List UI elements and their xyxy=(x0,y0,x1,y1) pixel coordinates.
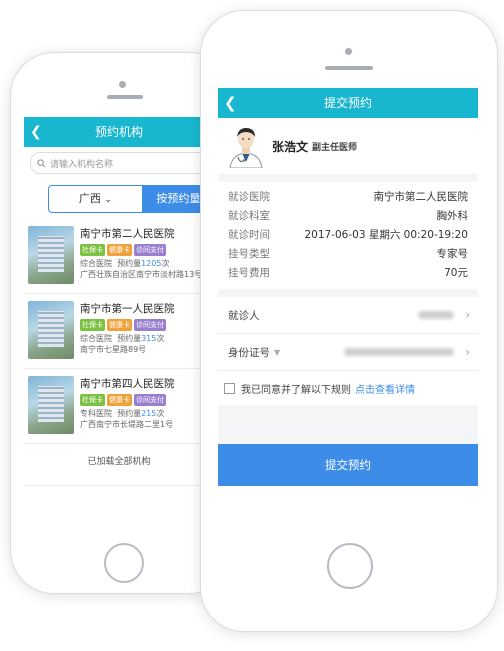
front-camera xyxy=(119,81,126,88)
tag-clinic-pay: 诊间支付 xyxy=(134,319,166,331)
hospital-meta: 综合医院 预约量315次 xyxy=(80,333,214,344)
detail-row: 挂号类型 专家号 xyxy=(228,245,468,264)
doctor-card: 张浩文 副主任医师 xyxy=(218,118,478,174)
caret-down-icon: ▼ xyxy=(274,347,281,357)
volume-unit: 次 xyxy=(156,334,165,343)
hospital-list: 南宁市第二人民医院 社保卡 健康卡 诊间支付 综合医院 预约量1205次 广西壮… xyxy=(24,219,214,444)
tag-health-card: 健康卡 xyxy=(107,319,132,331)
agree-text: 我已同意并了解以下规则 xyxy=(241,384,351,396)
detail-value: 南宁市第二人民医院 xyxy=(373,191,469,203)
volume-unit: 次 xyxy=(156,409,165,418)
list-item[interactable]: 南宁市第一人民医院 社保卡 健康卡 诊间支付 综合医院 预约量315次 南宁市七… xyxy=(24,294,214,369)
sort-label: 按预约量 xyxy=(156,192,201,205)
home-button[interactable] xyxy=(104,543,144,583)
hospital-type: 综合医院 xyxy=(80,334,112,343)
patient-form: 就诊人 › 身份证号 ▼ › 我已同意并了解以下规则 点击查看详情 xyxy=(218,297,478,405)
filter-row: 广西 ⌄ 按预约量 xyxy=(24,179,214,219)
list-footer xyxy=(24,485,214,535)
speaker-grille xyxy=(325,66,373,70)
patient-select-row[interactable]: 就诊人 › xyxy=(218,297,478,334)
chevron-right-icon: › xyxy=(465,308,470,322)
volume-count: 315 xyxy=(141,334,157,343)
search-placeholder: 请输入机构名称 xyxy=(50,159,114,170)
hospital-photo xyxy=(28,301,74,359)
detail-label: 就诊医院 xyxy=(228,191,270,203)
hospital-address: 广西壮族自治区南宁市淡村路13号 xyxy=(80,270,203,279)
hospital-meta: 专科医院 预约量215次 xyxy=(80,408,214,419)
appointment-details: 就诊医院 南宁市第二人民医院 就诊科室 胸外科 就诊时间 2017-06-03 … xyxy=(218,182,478,289)
tag-social-card: 社保卡 xyxy=(80,244,105,256)
hospital-photo xyxy=(28,226,74,284)
detail-value: 70元 xyxy=(444,267,468,279)
home-button[interactable] xyxy=(327,543,373,589)
detail-row: 挂号费用 70元 xyxy=(228,264,468,283)
agreement-row: 我已同意并了解以下规则 点击查看详情 xyxy=(218,371,478,405)
hospital-photo xyxy=(28,376,74,434)
hospital-name: 南宁市第四人民医院 xyxy=(80,378,175,390)
search-input[interactable]: 请输入机构名称 xyxy=(30,152,208,174)
detail-label: 挂号类型 xyxy=(228,248,270,260)
chevron-right-icon: › xyxy=(465,345,470,359)
tag-clinic-pay: 诊间支付 xyxy=(134,394,166,406)
region-label: 广西 xyxy=(78,192,101,205)
id-number-row[interactable]: 身份证号 ▼ › xyxy=(218,334,478,371)
submit-button[interactable]: 提交预约 xyxy=(218,444,478,486)
detail-label: 就诊时间 xyxy=(228,229,270,241)
detail-label: 挂号费用 xyxy=(228,267,270,279)
speaker-grille xyxy=(107,95,143,99)
doctor-avatar-icon xyxy=(229,128,263,168)
chevron-down-icon: ⌄ xyxy=(104,195,112,205)
volume-label: 预约量 xyxy=(117,259,142,268)
list-item[interactable]: 南宁市第二人民医院 社保卡 健康卡 诊间支付 综合医院 预约量1205次 广西壮… xyxy=(24,219,214,294)
list-end-message: 已加载全部机构 xyxy=(24,444,214,485)
tag-health-card: 健康卡 xyxy=(107,244,132,256)
patient-label: 就诊人 xyxy=(228,309,260,322)
header-bar: ❮ 提交预约 xyxy=(218,88,478,118)
volume-count: 215 xyxy=(141,409,157,418)
page-title: 预约机构 xyxy=(94,125,143,139)
hospital-meta: 综合医院 预约量1205次 xyxy=(80,258,214,269)
doctor-title: 副主任医师 xyxy=(312,142,358,153)
volume-unit: 次 xyxy=(161,259,170,268)
volume-count: 1205 xyxy=(141,259,162,268)
agree-checkbox[interactable] xyxy=(224,382,235,394)
volume-label: 预约量 xyxy=(117,334,142,343)
patient-name-redacted xyxy=(418,311,454,319)
view-details-link[interactable]: 点击查看详情 xyxy=(355,381,415,396)
doctor-name: 张浩文 xyxy=(272,139,309,154)
detail-label: 就诊科室 xyxy=(228,210,270,222)
chevron-left-icon[interactable]: ❮ xyxy=(224,88,237,118)
header-bar: ❮ 预约机构 xyxy=(24,117,214,147)
hospital-name: 南宁市第二人民医院 xyxy=(80,228,175,240)
institution-list-screen: ❮ 预约机构 请输入机构名称 广西 ⌄ 按预约量 南宁市第二人民医院 社保卡 健… xyxy=(24,117,214,535)
id-number-redacted xyxy=(344,348,454,356)
detail-row: 就诊科室 胸外科 xyxy=(228,207,468,226)
region-dropdown[interactable]: 广西 ⌄ xyxy=(48,185,143,213)
detail-value: 胸外科 xyxy=(436,210,469,222)
tag-social-card: 社保卡 xyxy=(80,394,105,406)
tag-social-card: 社保卡 xyxy=(80,319,105,331)
hospital-type: 专科医院 xyxy=(80,409,112,418)
chevron-left-icon[interactable]: ❮ xyxy=(30,117,42,147)
search-icon xyxy=(37,158,46,167)
front-camera xyxy=(345,48,352,55)
detail-value: 专家号 xyxy=(436,248,469,260)
search-area: 请输入机构名称 xyxy=(24,147,214,179)
volume-label: 预约量 xyxy=(117,409,142,418)
tag-clinic-pay: 诊间支付 xyxy=(134,244,166,256)
hospital-address: 广西南宁市长堤路二里1号 xyxy=(80,420,174,429)
hospital-type: 综合医院 xyxy=(80,259,112,268)
hospital-name: 南宁市第一人民医院 xyxy=(80,303,175,315)
detail-value: 2017-06-03 星期六 00:20-19:20 xyxy=(304,229,468,241)
submit-appointment-screen: ❮ 提交预约 张浩文 副主任医师 就诊医院 南宁市第二人民医院 就诊科室 胸外科… xyxy=(218,88,478,486)
detail-row: 就诊医院 南宁市第二人民医院 xyxy=(228,188,468,207)
page-title: 提交预约 xyxy=(323,96,372,110)
list-item[interactable]: 南宁市第四人民医院 社保卡 健康卡 诊间支付 专科医院 预约量215次 广西南宁… xyxy=(24,369,214,444)
id-label: 身份证号 xyxy=(228,346,270,359)
tag-health-card: 健康卡 xyxy=(107,394,132,406)
hospital-address: 南宁市七星路89号 xyxy=(80,345,147,354)
detail-row: 就诊时间 2017-06-03 星期六 00:20-19:20 xyxy=(228,226,468,245)
